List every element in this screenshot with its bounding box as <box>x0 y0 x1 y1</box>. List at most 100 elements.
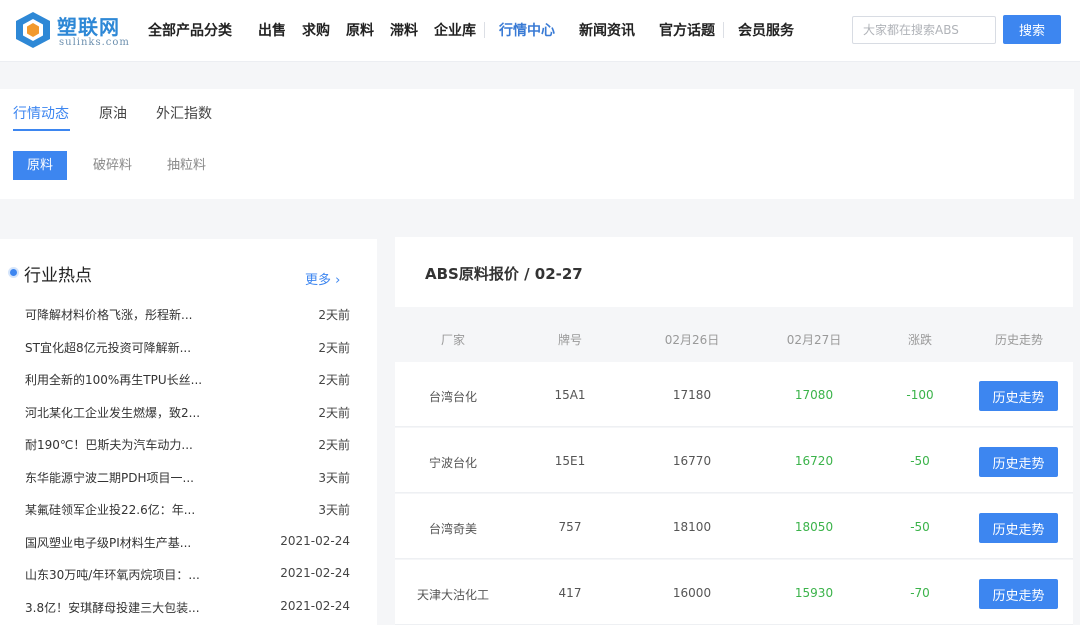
logo-icon <box>16 12 50 48</box>
nav-divider <box>484 22 485 38</box>
cell-maker: 天津大沽化工 <box>416 588 489 602</box>
cell-cur-price: 16720 <box>794 454 834 468</box>
news-item[interactable]: 山东30万吨/年环氧丙烷项目：... 2021-02-24 <box>25 566 350 599</box>
price-table-header: 厂家 牌号 02月26日 02月27日 涨跌 历史走势 <box>395 320 1073 360</box>
price-panel-title: ABS原料报价 / 02-27 <box>425 265 583 283</box>
tab-forex-index[interactable]: 外汇指数 <box>156 103 212 123</box>
news-title[interactable]: 耐190℃！巴斯夫为汽车动力... <box>25 436 193 453</box>
cell-prev-price: 18100 <box>672 520 712 534</box>
subtab-pellet-material[interactable]: 抽粒料 <box>167 151 206 180</box>
news-time: 2021-02-24 <box>280 598 350 613</box>
logo-text: 塑联网 <box>57 15 120 39</box>
news-title[interactable]: 山东30万吨/年环氧丙烷项目：... <box>25 566 200 583</box>
cell-change: -100 <box>906 388 934 402</box>
news-item[interactable]: 耐190℃！巴斯夫为汽车动力... 2天前 <box>25 436 350 469</box>
price-panel-header: ABS原料报价 / 02-27 <box>395 237 1073 307</box>
news-time: 3天前 <box>318 503 350 517</box>
news-time: 2天前 <box>318 340 350 355</box>
news-time: 2021-02-24 <box>280 566 350 580</box>
search-input[interactable] <box>852 16 996 44</box>
nav-official-topics[interactable]: 官方话题 <box>659 20 715 40</box>
column-header-cur-date: 02月27日 <box>786 333 842 347</box>
search-button[interactable]: 搜索 <box>1003 15 1061 44</box>
nav-enterprise[interactable]: 企业库 <box>434 20 476 40</box>
cell-change: -70 <box>910 586 930 600</box>
nav-all-categories[interactable]: 全部产品分类 <box>148 20 232 40</box>
cell-cur-price: 18050 <box>794 520 834 534</box>
news-title[interactable]: 某氟硅领军企业投22.6亿：年... <box>25 501 195 518</box>
table-row: 台湾台化 15A1 17180 17080 -100 历史走势 <box>395 362 1073 427</box>
cell-change: -50 <box>910 454 930 468</box>
table-row: 天津大沽化工 417 16000 15930 -70 历史走势 <box>395 560 1073 625</box>
market-tabs-panel: 行情动态 原油 外汇指数 原料 破碎料 抽粒料 <box>0 89 1074 199</box>
news-title[interactable]: 河北某化工企业发生燃爆，致2... <box>25 404 200 421</box>
nav-member-service[interactable]: 会员服务 <box>738 20 794 40</box>
industry-hot-panel: 行业热点 更多 › 可降解材料价格飞涨，彤程新... 2天前 ST宜化超8亿元投资… <box>0 239 377 625</box>
section-title: 行业热点 <box>24 266 92 286</box>
news-time: 2天前 <box>318 373 350 387</box>
column-header-history: 历史走势 <box>994 333 1043 347</box>
news-time: 2天前 <box>318 308 350 322</box>
news-title[interactable]: 利用全新的100%再生TPU长丝... <box>25 371 202 388</box>
history-trend-button[interactable]: 历史走势 <box>979 513 1058 543</box>
subtab-crushed-material[interactable]: 破碎料 <box>93 151 132 180</box>
news-title[interactable]: 可降解材料价格飞涨，彤程新... <box>25 306 192 323</box>
nav-divider <box>723 22 724 38</box>
news-time: 2天前 <box>318 438 350 452</box>
column-header-grade: 牌号 <box>557 333 582 347</box>
news-item[interactable]: 3.8亿！安琪酵母投建三大包装... 2021-02-24 <box>25 599 350 625</box>
news-title[interactable]: 国风塑业电子级PI材料生产基... <box>25 534 191 551</box>
nav-news[interactable]: 新闻资讯 <box>579 20 635 40</box>
nav-buy[interactable]: 求购 <box>302 20 330 40</box>
more-link[interactable]: 更多 › <box>305 269 340 288</box>
cell-maker: 台湾奇美 <box>428 522 477 536</box>
history-trend-button[interactable]: 历史走势 <box>979 579 1058 609</box>
history-trend-button[interactable]: 历史走势 <box>979 381 1058 411</box>
news-time: 2021-02-24 <box>280 533 350 548</box>
table-row: 台湾奇美 757 18100 18050 -50 历史走势 <box>395 494 1073 559</box>
cell-change: -50 <box>910 520 930 534</box>
cell-grade: 757 <box>558 520 582 534</box>
active-tab-indicator <box>13 129 70 131</box>
table-row: 宁波台化 15E1 16770 16720 -50 历史走势 <box>395 428 1073 493</box>
main-nav: 全部产品分类 出售 求购 原料 滞料 企业库 行情中心 新闻资讯 官方话题 会员… <box>148 0 810 60</box>
news-item[interactable]: 东华能源宁波二期PDH项目一... 3天前 <box>25 469 350 502</box>
site-logo[interactable]: 塑联网 sulinks.com <box>15 9 135 51</box>
cell-prev-price: 16000 <box>672 586 712 600</box>
cell-grade: 15E1 <box>554 454 586 468</box>
news-time: 3天前 <box>318 470 350 485</box>
cell-grade: 417 <box>558 586 582 600</box>
news-item[interactable]: 可降解材料价格飞涨，彤程新... 2天前 <box>25 306 350 339</box>
cell-cur-price: 17080 <box>794 388 834 402</box>
news-item[interactable]: 利用全新的100%再生TPU长丝... 2天前 <box>25 371 350 404</box>
bullet-icon <box>10 269 17 276</box>
news-item[interactable]: 国风塑业电子级PI材料生产基... 2021-02-24 <box>25 534 350 567</box>
nav-market-center[interactable]: 行情中心 <box>499 20 555 40</box>
tab-crude-oil[interactable]: 原油 <box>99 103 127 123</box>
cell-prev-price: 16770 <box>672 454 712 468</box>
cell-cur-price: 15930 <box>794 586 834 600</box>
news-title[interactable]: 3.8亿！安琪酵母投建三大包装... <box>25 599 200 616</box>
tab-market-trends[interactable]: 行情动态 <box>13 103 69 123</box>
news-item[interactable]: 河北某化工企业发生燃爆，致2... 2天前 <box>25 404 350 437</box>
news-title[interactable]: 东华能源宁波二期PDH项目一... <box>25 469 194 486</box>
logo-domain: sulinks.com <box>59 37 130 48</box>
cell-maker: 台湾台化 <box>428 390 477 404</box>
column-header-prev-date: 02月26日 <box>664 333 720 347</box>
history-trend-button[interactable]: 历史走势 <box>979 447 1058 477</box>
nav-raw-material[interactable]: 原料 <box>346 20 374 40</box>
cell-maker: 宁波台化 <box>428 456 477 470</box>
subtab-raw-material[interactable]: 原料 <box>13 151 68 180</box>
column-header-maker: 厂家 <box>440 333 465 347</box>
news-title[interactable]: ST宜化超8亿元投资可降解新... <box>25 339 191 356</box>
cell-prev-price: 17180 <box>672 388 712 402</box>
nav-stock-material[interactable]: 滞料 <box>390 20 418 40</box>
nav-sell[interactable]: 出售 <box>258 20 286 40</box>
news-time: 2天前 <box>318 405 350 420</box>
cell-grade: 15A1 <box>554 388 586 402</box>
news-item[interactable]: ST宜化超8亿元投资可降解新... 2天前 <box>25 339 350 372</box>
news-list: 可降解材料价格飞涨，彤程新... 2天前 ST宜化超8亿元投资可降解新... 2天前… <box>25 306 350 625</box>
top-header: 塑联网 sulinks.com 全部产品分类 出售 求购 原料 滞料 企业库 行… <box>0 0 1080 62</box>
column-header-change: 涨跌 <box>907 333 932 347</box>
news-item[interactable]: 某氟硅领军企业投22.6亿：年... 3天前 <box>25 501 350 534</box>
